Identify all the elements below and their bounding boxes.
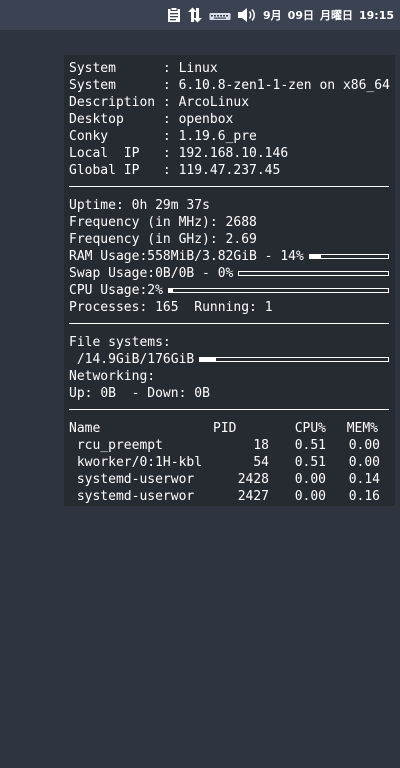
clipboard-icon[interactable] [167,7,181,23]
network-arrows-icon[interactable] [187,7,203,23]
swap-usage-bar [238,271,389,276]
keyboard-icon[interactable] [209,9,231,21]
process-row: systemd-userwor 2427 0.00 0.16 [76,489,380,504]
processes-line: Processes: 165 Running: 1 [69,300,273,315]
cpu-usage-bar [167,288,389,293]
conky-panel: System : Linux System : 6.10.8-zen1-1-ze… [64,55,395,506]
frequency-ghz-line: Frequency (in GHz): 2.69 [69,232,257,247]
filesystem-root-line: / 14.9GiB/176GiB [69,351,395,368]
swap-usage-line: Swap Usage: 0B/0B - 0% [69,265,395,282]
uptime-line: Uptime: 0h 29m 37s [69,198,210,213]
networking-heading: Networking: [69,369,156,384]
top-panel: 9月 09日 月曜日 19:15 [0,0,400,30]
system-info-line: Desktop : openbox [69,112,234,127]
column-header-pid: PID [213,421,237,436]
system-info-line: Description : ArcoLinux [69,95,250,110]
divider [69,323,389,324]
column-header-cpu: CPU% [294,421,326,436]
system-info-line: System : Linux [69,61,218,76]
process-row: rcu_preempt 18 0.51 0.00 [76,438,380,453]
system-info-line: System : 6.10.8-zen1-1-zen on x86_64 [69,78,390,93]
system-info-line: Conky : 1.19.6_pre [69,129,257,144]
filesystems-heading: File systems: [69,335,171,350]
usage-section: Uptime: 0h 29m 37s Frequency (in MHz): 2… [69,197,395,316]
filesystem-root-bar [199,357,389,362]
ram-usage-bar [308,254,389,259]
process-row: kworker/0:1H-kbl 54 0.51 0.00 [76,455,380,470]
ram-usage-line: RAM Usage: 558MiB/3.82GiB - 14% [69,248,395,265]
system-info-line: Local IP : 192.168.10.146 [69,146,289,161]
volume-icon[interactable] [237,7,257,23]
process-row: systemd-userwor 2428 0.00 0.14 [76,472,380,487]
system-info-line: Global IP : 119.47.237.45 [69,163,281,178]
system-info-section: System : Linux System : 6.10.8-zen1-1-ze… [69,60,395,179]
clock-time[interactable]: 19:15 [359,9,394,22]
divider [69,409,389,410]
network-traffic-line: Up: 0B - Down: 0B [69,386,210,401]
column-header-mem: MEM% [346,421,378,436]
frequency-mhz-line: Frequency (in MHz): 2688 [69,215,257,230]
process-table-header: Name PID CPU% MEM% [69,420,395,437]
divider [69,186,389,187]
filesystem-section: File systems: / 14.9GiB/176GiB Networkin… [69,334,395,402]
clock-weekday[interactable]: 月曜日 [320,7,353,23]
process-table: Name PID CPU% MEM% rcu_preempt 18 0.51 0… [69,420,395,505]
cpu-usage-line: CPU Usage: 2% [69,282,395,299]
clock-day[interactable]: 09日 [288,7,314,23]
column-header-name: Name [69,421,101,436]
clock-month[interactable]: 9月 [263,7,282,23]
